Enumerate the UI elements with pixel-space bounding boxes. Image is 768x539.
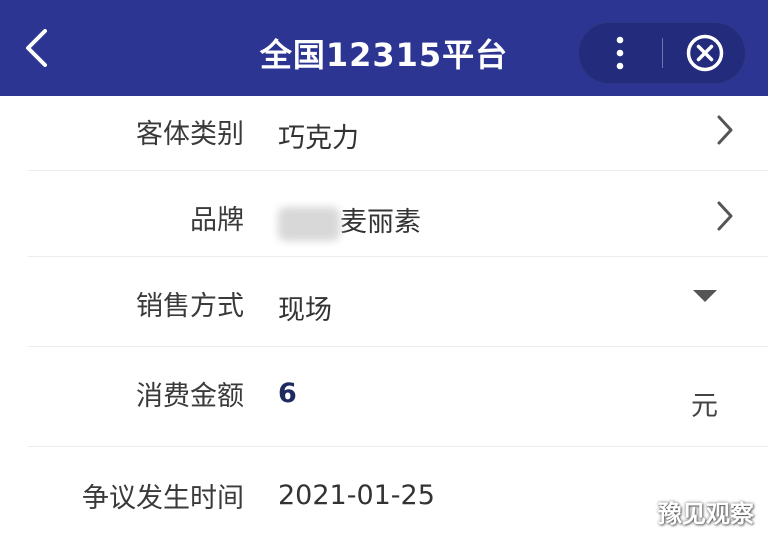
row-divider xyxy=(28,256,768,257)
close-circle-icon xyxy=(686,34,723,72)
row-divider xyxy=(28,346,768,347)
form-row-object-category[interactable]: 客体类别 巧克力 xyxy=(0,112,768,154)
chevron-right-icon xyxy=(717,115,733,145)
more-button[interactable] xyxy=(578,22,662,84)
form-row-brand[interactable]: 品牌 麦丽素 xyxy=(0,198,768,242)
row-divider xyxy=(28,446,768,447)
field-value-brand: 麦丽素 xyxy=(340,207,421,238)
amount-unit: 元 xyxy=(691,391,718,422)
miniapp-capsule xyxy=(578,22,746,84)
close-button[interactable] xyxy=(663,22,746,84)
redacted-blur xyxy=(278,206,340,241)
field-value-amount[interactable]: 6 xyxy=(278,378,297,409)
app-header: 全国12315平台 xyxy=(0,0,768,96)
form-row-sales-method[interactable]: 销售方式 现场 xyxy=(0,284,768,326)
watermark: 豫见观察 xyxy=(658,500,754,528)
form-row-dispute-time[interactable]: 争议发生时间 2021-01-25 xyxy=(0,476,768,516)
field-value-sales-method: 现场 xyxy=(278,295,332,326)
field-label-object-category: 客体类别 xyxy=(136,119,244,150)
field-label-dispute-time: 争议发生时间 xyxy=(82,483,244,514)
more-vertical-icon xyxy=(616,36,624,70)
field-value-dispute-time: 2021-01-25 xyxy=(278,480,435,511)
field-label-brand: 品牌 xyxy=(190,205,244,236)
field-label-amount: 消费金额 xyxy=(136,381,244,412)
form-row-amount: 消费金额 6 元 xyxy=(0,374,768,422)
dropdown-triangle-icon xyxy=(693,290,717,302)
field-value-brand-container: 麦丽素 xyxy=(278,200,421,241)
chevron-right-icon xyxy=(717,201,733,231)
row-divider xyxy=(28,170,768,171)
field-value-object-category: 巧克力 xyxy=(278,123,359,154)
field-label-sales-method: 销售方式 xyxy=(136,291,244,322)
